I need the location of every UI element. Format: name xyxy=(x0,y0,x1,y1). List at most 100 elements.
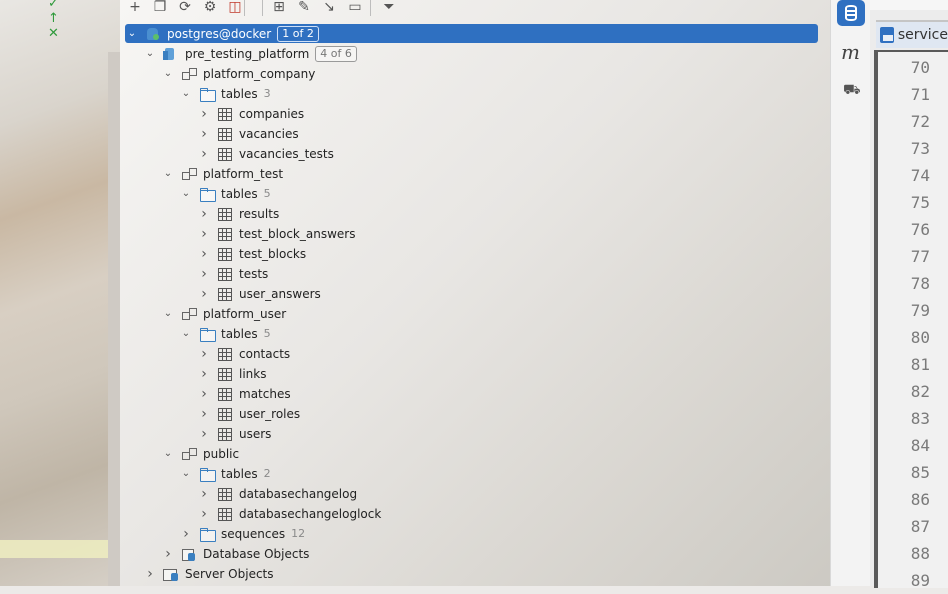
line-number: 72 xyxy=(910,112,930,131)
line-number: 88 xyxy=(910,544,930,563)
filter-icon[interactable]: ⏷ xyxy=(380,0,398,16)
chevron-down-icon[interactable]: ⌄ xyxy=(161,444,175,464)
line-number: 78 xyxy=(910,274,930,293)
chevron-right-icon[interactable]: › xyxy=(197,204,211,224)
chevron-right-icon[interactable]: › xyxy=(197,264,211,284)
tree-tables-folder-label: tables xyxy=(221,87,258,101)
tree-table-label: vacancies_tests xyxy=(239,147,334,161)
tree-table[interactable]: › links xyxy=(197,364,266,384)
chevron-right-icon[interactable]: › xyxy=(143,564,157,584)
chevron-right-icon[interactable]: › xyxy=(197,404,211,424)
tree-database[interactable]: ⌄ pre_testing_platform 4 of 6 xyxy=(143,44,357,64)
tree-schema[interactable]: ⌄ platform_test xyxy=(161,164,283,184)
tree-table[interactable]: › matches xyxy=(197,384,290,404)
chevron-down-icon[interactable]: ⌄ xyxy=(179,84,193,104)
chevron-right-icon[interactable]: › xyxy=(197,424,211,444)
tree-table-label: companies xyxy=(239,107,305,121)
highlighted-line xyxy=(0,540,108,558)
tree-schema[interactable]: ⌄ platform_user xyxy=(161,304,286,324)
tree-tables-folder-label: tables xyxy=(221,467,258,481)
chevron-right-icon[interactable]: › xyxy=(197,124,211,144)
line-number: 84 xyxy=(910,436,930,455)
tree-table[interactable]: › tests xyxy=(197,264,268,284)
chevron-right-icon[interactable]: › xyxy=(197,244,211,264)
count-badge: 1 of 2 xyxy=(277,25,319,42)
explorer-toolbar: + ❐ ⟳ ⚙ ◫ ⊞ ✎ ↘ ▭ ⏷ xyxy=(120,0,830,18)
chevron-down-icon[interactable]: ⌄ xyxy=(179,184,193,204)
tree-table[interactable]: › test_blocks xyxy=(197,244,306,264)
tree-table[interactable]: › user_roles xyxy=(197,404,300,424)
tree-table[interactable]: › contacts xyxy=(197,344,290,364)
tree-table[interactable]: › companies xyxy=(197,104,304,124)
chevron-right-icon[interactable]: › xyxy=(179,524,193,544)
tree-table[interactable]: › vacancies xyxy=(197,124,298,144)
settings-icon[interactable]: ⚙ xyxy=(201,0,219,16)
table-icon[interactable]: ⊞ xyxy=(270,0,288,16)
tree-table-label: links xyxy=(239,367,267,381)
tree-schema[interactable]: ⌄ platform_company xyxy=(161,64,316,84)
plugin-icon[interactable]: ⛟ xyxy=(843,82,861,100)
table-icon xyxy=(217,207,233,221)
table-icon xyxy=(217,107,233,121)
tree-sequences-folder[interactable]: › sequences 12 xyxy=(179,524,305,544)
chevron-right-icon[interactable]: › xyxy=(197,384,211,404)
editor-tab[interactable]: service xyxy=(876,20,948,48)
tree-root-connection[interactable]: ⌄ postgres@docker 1 of 2 xyxy=(125,24,818,43)
edit-icon[interactable]: ✎ xyxy=(295,0,313,16)
line-number-gutter: 70 71 72 73 74 75 76 77 78 79 80 81 82 83 84 85 86 87 88 89 xyxy=(874,50,948,590)
left-gutter xyxy=(108,52,120,586)
m-icon[interactable]: m xyxy=(841,40,860,64)
new-connection-icon[interactable]: + xyxy=(126,0,144,16)
chevron-right-icon[interactable]: › xyxy=(197,104,211,124)
copy-icon[interactable]: ❐ xyxy=(151,0,169,16)
line-number: 86 xyxy=(910,490,930,509)
chevron-right-icon[interactable]: › xyxy=(197,484,211,504)
console-icon[interactable]: ▭ xyxy=(346,0,364,16)
tree-database-label: pre_testing_platform xyxy=(185,47,310,61)
chevron-right-icon[interactable]: › xyxy=(197,224,211,244)
chevron-right-icon[interactable]: › xyxy=(197,344,211,364)
tree-server-objects[interactable]: › Server Objects xyxy=(143,564,273,584)
database-tool-button[interactable] xyxy=(837,0,865,26)
chevron-down-icon[interactable]: ⌄ xyxy=(161,64,175,84)
tree-table-label: contacts xyxy=(239,347,291,361)
tree-table[interactable]: › databasechangeloglock xyxy=(197,504,381,524)
tree-table[interactable]: › user_answers xyxy=(197,284,321,304)
server-objects-icon xyxy=(163,567,179,581)
line-number: 75 xyxy=(910,193,930,212)
tree-tables-folder[interactable]: ⌄ tables 2 xyxy=(179,464,271,484)
tree-database-objects[interactable]: › Database Objects xyxy=(161,544,309,564)
chevron-right-icon[interactable]: › xyxy=(197,364,211,384)
table-icon xyxy=(217,287,233,301)
line-number: 83 xyxy=(910,409,930,428)
chevron-down-icon[interactable]: ⌄ xyxy=(143,44,157,64)
tree-database-objects-label: Database Objects xyxy=(203,547,310,561)
tree-tables-folder[interactable]: ⌄ tables 3 xyxy=(179,84,271,104)
tree-table[interactable]: › results xyxy=(197,204,279,224)
chevron-right-icon[interactable]: › xyxy=(161,544,175,564)
tree-table-label: databasechangeloglock xyxy=(239,507,382,521)
schema-icon xyxy=(181,67,197,81)
stop-icon[interactable]: ◫ xyxy=(226,0,244,16)
count-badge: 4 of 6 xyxy=(315,46,357,62)
tree-table[interactable]: › databasechangelog xyxy=(197,484,357,504)
chevron-right-icon[interactable]: › xyxy=(197,284,211,304)
chevron-down-icon[interactable]: ⌄ xyxy=(179,324,193,344)
chevron-down-icon[interactable]: ⌄ xyxy=(125,24,139,44)
tree-tables-folder[interactable]: ⌄ tables 5 xyxy=(179,324,271,344)
tree-table-label: user_roles xyxy=(239,407,301,421)
jump-icon[interactable]: ↘ xyxy=(320,0,338,16)
chevron-down-icon[interactable]: ⌄ xyxy=(161,164,175,184)
chevron-right-icon[interactable]: › xyxy=(197,144,211,164)
chevron-down-icon[interactable]: ⌄ xyxy=(179,464,193,484)
tree-table[interactable]: › users xyxy=(197,424,271,444)
tree-tables-folder[interactable]: ⌄ tables 5 xyxy=(179,184,271,204)
toolbar-separator xyxy=(262,0,263,16)
tree-table[interactable]: › vacancies_tests xyxy=(197,144,334,164)
tree-schema[interactable]: ⌄ public xyxy=(161,444,239,464)
chevron-down-icon[interactable]: ⌄ xyxy=(161,304,175,324)
schema-icon xyxy=(181,307,197,321)
tree-table[interactable]: › test_block_answers xyxy=(197,224,355,244)
chevron-right-icon[interactable]: › xyxy=(197,504,211,524)
refresh-icon[interactable]: ⟳ xyxy=(176,0,194,16)
